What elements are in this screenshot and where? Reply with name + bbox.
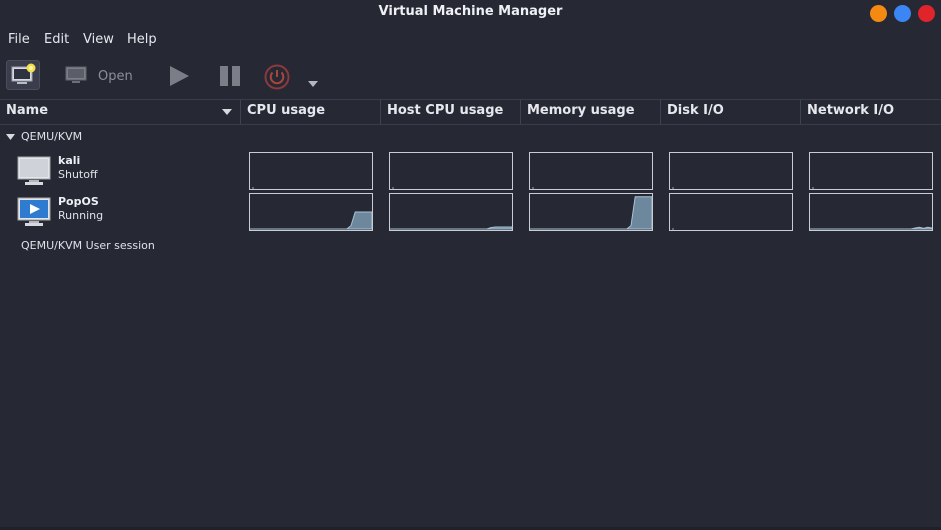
vm-name: PopOS <box>58 195 99 208</box>
graph-host-cpu-plot <box>392 187 394 189</box>
vm-row-popos[interactable]: PopOS Running <box>0 193 941 233</box>
column-name-label: Name <box>6 103 49 118</box>
graph-memory-plot <box>532 187 534 189</box>
open-button[interactable]: Open <box>64 63 133 89</box>
graph-cpu-plot <box>250 211 372 230</box>
graph-memory <box>529 193 653 231</box>
shutdown-button[interactable] <box>264 64 290 94</box>
graph-cpu-plot <box>252 187 254 189</box>
column-name[interactable]: Name <box>0 100 241 124</box>
shutdown-menu-button[interactable] <box>308 72 318 91</box>
graph-host-cpu <box>389 193 513 231</box>
minimize-button[interactable] <box>870 5 887 22</box>
vm-row-kali[interactable]: kali Shutoff <box>0 152 941 192</box>
vm-status: Running <box>58 209 104 222</box>
graph-host-cpu-plot <box>390 226 512 230</box>
column-disk[interactable]: Disk I/O <box>661 100 801 124</box>
new-vm-icon <box>11 63 36 84</box>
graph-cpu <box>249 152 373 190</box>
column-host-cpu[interactable]: Host CPU usage <box>381 100 521 124</box>
column-disk-label: Disk I/O <box>667 103 724 118</box>
close-button[interactable] <box>918 5 935 22</box>
graph-disk-plot <box>672 228 674 230</box>
sort-arrow-icon <box>222 109 232 115</box>
new-vm-button[interactable] <box>6 60 40 90</box>
vm-name: kali <box>58 154 81 167</box>
connection-label: QEMU/KVM User session <box>21 239 155 252</box>
graph-memory-plot <box>530 196 652 230</box>
graph-area <box>810 226 932 230</box>
connection-row-user-session[interactable]: QEMU/KVM User session <box>0 238 241 256</box>
graph-disk <box>669 193 793 231</box>
column-host-cpu-label: Host CPU usage <box>387 103 504 118</box>
graph-disk-plot <box>672 187 674 189</box>
window-title: Virtual Machine Manager <box>378 4 563 19</box>
vm-shutoff-icon <box>17 156 51 185</box>
menu-edit[interactable]: Edit <box>44 32 69 47</box>
toolbar: Open <box>0 56 941 96</box>
column-header: Name CPU usage Host CPU usage Memory usa… <box>0 99 941 125</box>
menu-help[interactable]: Help <box>127 32 157 47</box>
column-cpu[interactable]: CPU usage <box>241 100 381 124</box>
column-cpu-label: CPU usage <box>247 103 326 118</box>
graph-area <box>390 226 512 230</box>
graph-network <box>809 152 933 190</box>
monitor-icon <box>65 66 87 83</box>
pause-button[interactable] <box>220 66 242 90</box>
vm-running-icon <box>17 197 51 226</box>
run-button[interactable] <box>168 66 190 90</box>
title-bar: Virtual Machine Manager <box>0 0 941 26</box>
graph-area <box>530 196 652 230</box>
graph-area <box>250 211 372 230</box>
chevron-down-icon <box>308 81 318 87</box>
column-network[interactable]: Network I/O <box>801 100 941 124</box>
graph-network-plot <box>812 187 814 189</box>
power-icon <box>264 64 290 90</box>
column-memory-label: Memory usage <box>527 103 635 118</box>
connection-label: QEMU/KVM <box>21 130 83 143</box>
connection-row-qemu[interactable]: QEMU/KVM <box>0 129 241 147</box>
graph-host-cpu <box>389 152 513 190</box>
vm-status: Shutoff <box>58 168 98 181</box>
column-memory[interactable]: Memory usage <box>521 100 661 124</box>
graph-cpu <box>249 193 373 231</box>
graph-network-plot <box>810 226 932 230</box>
column-network-label: Network I/O <box>807 103 895 118</box>
graph-disk <box>669 152 793 190</box>
maximize-button[interactable] <box>894 5 911 22</box>
pause-icon <box>220 66 240 86</box>
menu-bar: File Edit View Help <box>0 28 941 52</box>
graph-memory <box>529 152 653 190</box>
graph-network <box>809 193 933 231</box>
menu-view[interactable]: View <box>83 32 114 47</box>
play-icon <box>170 66 189 86</box>
menu-file[interactable]: File <box>8 32 30 47</box>
open-button-label: Open <box>98 68 133 84</box>
expand-arrow-icon <box>6 134 15 140</box>
